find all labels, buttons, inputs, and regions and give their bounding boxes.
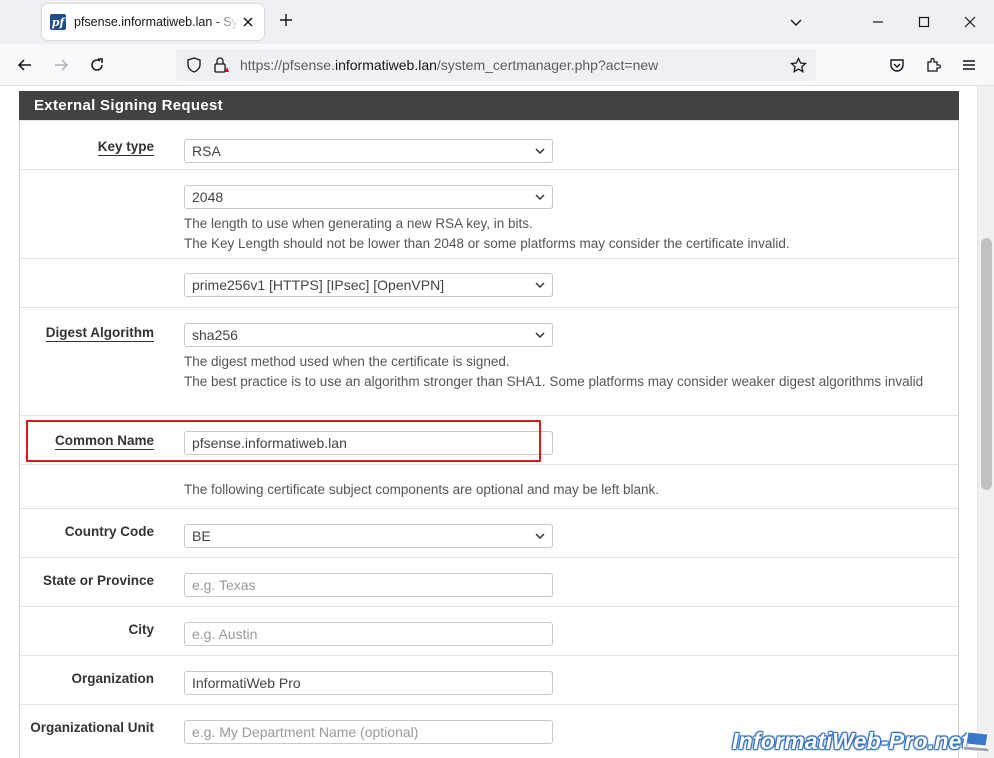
org-unit-label: Organizational Unit bbox=[30, 720, 154, 735]
scrollbar[interactable] bbox=[977, 86, 994, 758]
tab-title: pfsense.informatiweb.lan - System bbox=[74, 15, 239, 29]
city-row: City e.g. Austin bbox=[20, 606, 958, 655]
url-bar[interactable]: https://pfsense.informatiweb.lan/system_… bbox=[176, 49, 816, 81]
browser-tab[interactable]: pf pfsense.informatiweb.lan - System bbox=[42, 4, 264, 40]
country-value: BE bbox=[192, 528, 211, 544]
tab-strip: pf pfsense.informatiweb.lan - System bbox=[0, 0, 994, 44]
reload-icon[interactable] bbox=[86, 54, 108, 76]
digest-select[interactable]: sha256 bbox=[184, 323, 553, 347]
key-length-value: 2048 bbox=[192, 189, 224, 205]
digest-help-line2: The best practice is to use an algorithm… bbox=[184, 374, 924, 389]
key-type-value: RSA bbox=[192, 143, 221, 159]
country-select[interactable]: BE bbox=[184, 524, 553, 548]
panel-title: External Signing Request bbox=[19, 91, 959, 120]
back-icon[interactable] bbox=[14, 54, 36, 76]
state-label: State or Province bbox=[42, 573, 154, 588]
state-input[interactable]: e.g. Texas bbox=[184, 573, 553, 597]
page-viewport: External Signing Request Key type RSA 20… bbox=[0, 86, 994, 758]
maximize-icon[interactable] bbox=[914, 12, 934, 32]
ecname-select[interactable]: prime256v1 [HTTPS] [IPsec] [OpenVPN] bbox=[184, 273, 553, 297]
chevron-down-icon bbox=[534, 328, 546, 342]
key-type-row: Key type RSA bbox=[20, 120, 958, 169]
new-tab-button[interactable] bbox=[276, 12, 296, 32]
key-type-select[interactable]: RSA bbox=[184, 139, 553, 163]
chevron-down-icon bbox=[534, 144, 546, 158]
scrollbar-thumb[interactable] bbox=[981, 238, 992, 490]
key-length-help: The length to use when generating a new … bbox=[184, 214, 924, 254]
key-length-row: 2048 The length to use when generating a… bbox=[20, 169, 958, 258]
menu-icon[interactable] bbox=[958, 54, 980, 76]
city-input[interactable]: e.g. Austin bbox=[184, 622, 553, 646]
optional-note-row: The following certificate subject compon… bbox=[20, 464, 958, 508]
chevron-down-icon bbox=[534, 190, 546, 204]
country-label: Country Code bbox=[64, 524, 154, 539]
forward-icon[interactable] bbox=[50, 54, 72, 76]
key-length-help-line2: The Key Length should not be lower than … bbox=[184, 236, 790, 251]
ecname-row: prime256v1 [HTTPS] [IPsec] [OpenVPN] bbox=[20, 258, 958, 307]
organization-input[interactable]: InformatiWeb Pro bbox=[184, 671, 553, 695]
close-tab-icon[interactable] bbox=[240, 14, 256, 30]
minimize-icon[interactable] bbox=[868, 12, 888, 32]
lock-warning-icon[interactable] bbox=[212, 56, 230, 79]
navigation-bar: https://pfsense.informatiweb.lan/system_… bbox=[0, 44, 994, 86]
shield-icon[interactable] bbox=[186, 57, 202, 78]
url-host: informatiweb.lan bbox=[334, 57, 437, 73]
organization-label: Organization bbox=[71, 671, 154, 686]
close-window-icon[interactable] bbox=[960, 12, 980, 32]
url-scheme: https://pfsense. bbox=[240, 57, 335, 73]
city-label: City bbox=[128, 622, 154, 637]
key-length-select[interactable]: 2048 bbox=[184, 185, 553, 209]
extensions-icon[interactable] bbox=[922, 54, 944, 76]
url-path: /system_certmanager.php?act=new bbox=[436, 57, 659, 73]
ecname-value: prime256v1 [HTTPS] [IPsec] [OpenVPN] bbox=[192, 277, 445, 293]
digest-value: sha256 bbox=[192, 327, 238, 343]
digest-label: Digest Algorithm bbox=[45, 325, 154, 342]
org-unit-input[interactable]: e.g. My Department Name (optional) bbox=[184, 720, 553, 744]
pocket-icon[interactable] bbox=[886, 54, 908, 76]
digest-row: Digest Algorithm sha256 The digest metho… bbox=[20, 307, 958, 415]
url-text: https://pfsense.informatiweb.lan/system_… bbox=[240, 57, 658, 73]
key-length-help-line1: The length to use when generating a new … bbox=[184, 216, 533, 231]
state-row: State or Province e.g. Texas bbox=[20, 557, 958, 606]
tab-list-chevron-icon[interactable] bbox=[786, 12, 806, 32]
common-name-highlight bbox=[26, 420, 541, 462]
country-row: Country Code BE bbox=[20, 508, 958, 557]
pfsense-favicon-icon: pf bbox=[50, 14, 66, 30]
organization-row: Organization InformatiWeb Pro bbox=[20, 655, 958, 704]
watermark-text: InformatiWeb-Pro.net bbox=[732, 728, 970, 754]
optional-note: The following certificate subject compon… bbox=[184, 482, 660, 497]
bookmark-star-icon[interactable] bbox=[789, 56, 808, 79]
laptop-logo-icon bbox=[962, 730, 992, 754]
chevron-down-icon bbox=[534, 529, 546, 543]
digest-help-line1: The digest method used when the certific… bbox=[184, 354, 510, 369]
key-type-label: Key type bbox=[97, 139, 154, 156]
chevron-down-icon bbox=[534, 278, 546, 292]
digest-help: The digest method used when the certific… bbox=[184, 352, 924, 392]
